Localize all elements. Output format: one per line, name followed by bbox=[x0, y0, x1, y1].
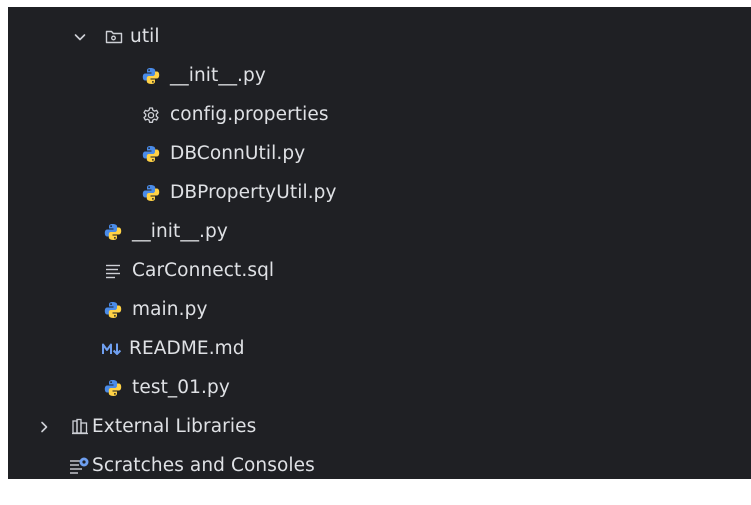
tree-item-label: README.md bbox=[129, 338, 245, 359]
tree-file-test01-py[interactable]: test_01.py bbox=[8, 369, 751, 407]
tree-node-external-libraries[interactable]: External Libraries bbox=[8, 408, 751, 446]
scratches-icon bbox=[67, 456, 91, 476]
tree-file-config-properties[interactable]: config.properties bbox=[8, 96, 751, 134]
tree-file-carconnect-sql[interactable]: CarConnect.sql bbox=[8, 252, 751, 290]
tree-item-label: util bbox=[130, 26, 160, 47]
tree-file-readme-md[interactable]: README.md bbox=[8, 330, 751, 368]
tree-item-label: CarConnect.sql bbox=[132, 260, 275, 281]
tree-file-dbpropertyutil[interactable]: DBPropertyUtil.py bbox=[8, 174, 751, 212]
chevron-right-icon[interactable] bbox=[36, 419, 52, 435]
tree-item-label: main.py bbox=[132, 299, 208, 320]
tree-folder-util[interactable]: util bbox=[8, 18, 751, 56]
python-icon bbox=[103, 300, 123, 320]
tree-node-scratches-and-consoles[interactable]: Scratches and Consoles bbox=[8, 447, 751, 479]
python-icon bbox=[141, 183, 161, 203]
python-icon bbox=[103, 222, 123, 242]
tree-file-main-py[interactable]: main.py bbox=[8, 291, 751, 329]
tree-item-label: config.properties bbox=[170, 104, 329, 125]
tree-item-label: Scratches and Consoles bbox=[92, 455, 315, 476]
folder-package-icon bbox=[104, 27, 124, 47]
python-icon bbox=[141, 144, 161, 164]
markdown-icon bbox=[101, 339, 127, 359]
python-icon bbox=[141, 66, 161, 86]
tree-item-label: DBPropertyUtil.py bbox=[170, 182, 337, 203]
tree-file-init-root[interactable]: __init__.py bbox=[8, 213, 751, 251]
tree-item-label: DBConnUtil.py bbox=[170, 143, 306, 164]
tree-item-label: __init__.py bbox=[132, 221, 228, 242]
project-tree-panel: util __init__.py config.properties DBCon… bbox=[8, 7, 751, 479]
tree-item-label: External Libraries bbox=[92, 416, 257, 437]
tree-item-label: __init__.py bbox=[170, 65, 266, 86]
tree-file-dbconnutil[interactable]: DBConnUtil.py bbox=[8, 135, 751, 173]
tree-file-init-util[interactable]: __init__.py bbox=[8, 57, 751, 95]
sql-file-icon bbox=[103, 261, 123, 281]
gear-icon bbox=[141, 105, 161, 125]
chevron-down-icon[interactable] bbox=[72, 29, 88, 45]
tree-item-label: test_01.py bbox=[132, 377, 230, 398]
library-icon bbox=[70, 417, 90, 437]
clipped-previous-row bbox=[8, 7, 751, 11]
python-icon bbox=[103, 378, 123, 398]
